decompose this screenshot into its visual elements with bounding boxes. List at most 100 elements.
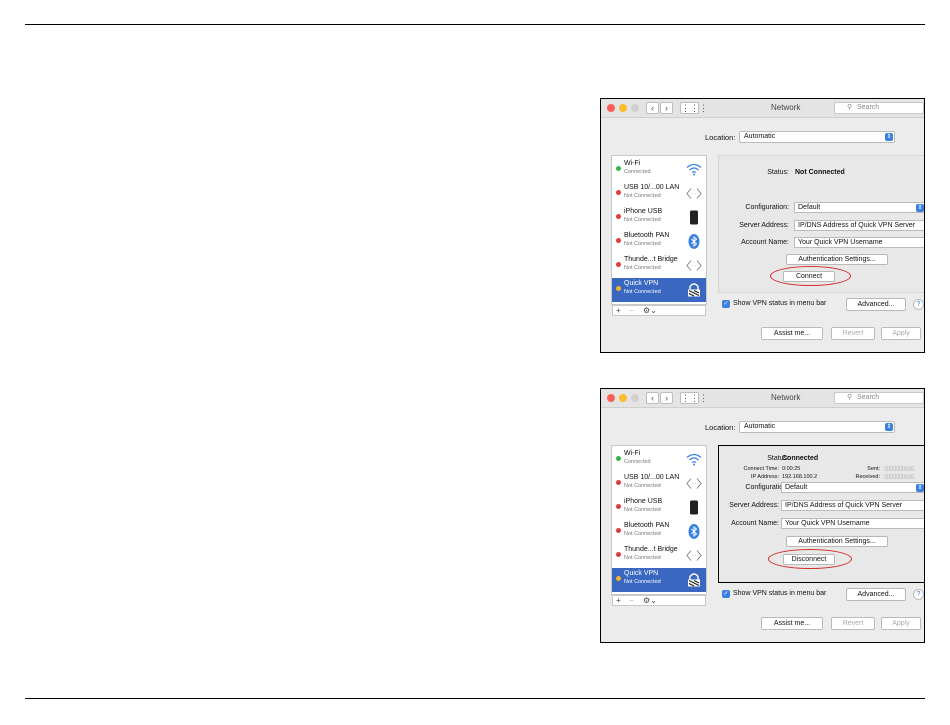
- apply-button[interactable]: Apply: [881, 617, 921, 630]
- assist-me-button[interactable]: Assist me...: [761, 327, 823, 340]
- search-icon: ⚲: [847, 104, 853, 111]
- service-name: iPhone USB: [624, 498, 663, 505]
- service-list: Wi-Fi Connected USB 10/...00 LAN Not Con…: [611, 445, 707, 595]
- service-status: Connected: [624, 169, 651, 175]
- revert-button[interactable]: Revert: [831, 617, 875, 630]
- status-dot: [616, 238, 621, 243]
- authentication-settings-button[interactable]: Authentication Settings...: [786, 254, 888, 265]
- svg-text:···: ···: [692, 482, 697, 488]
- top-rule: [25, 24, 925, 25]
- title-bar: ‹ › ⋮⋮⋮ Network ⚲ Search: [601, 389, 924, 408]
- received-meter: ▯▯▯▯▯▯▯▯▯▯: [884, 474, 915, 480]
- zoom-icon[interactable]: [631, 104, 639, 112]
- service-name: USB 10/...00 LAN: [624, 184, 680, 191]
- search-field[interactable]: ⚲ Search: [834, 102, 924, 114]
- account-name-label: Account Name:: [731, 520, 779, 527]
- advanced-button[interactable]: Advanced...: [846, 298, 906, 311]
- back-button[interactable]: ‹: [646, 102, 659, 114]
- configuration-label: Configuration:: [745, 204, 789, 211]
- forward-button[interactable]: ›: [660, 102, 673, 114]
- status-dot: [616, 456, 621, 461]
- service-item-thunderbolt-bridge[interactable]: Thunde...t Bridge Not Connected ···: [612, 254, 706, 278]
- vpn-lock-icon: [688, 283, 700, 297]
- service-item-wifi[interactable]: Wi-Fi Connected: [612, 158, 706, 182]
- select-arrows-icon: ⇕: [885, 133, 893, 141]
- svg-text:···: ···: [692, 264, 697, 270]
- account-name-value: Your Quick VPN Username: [785, 520, 870, 527]
- service-name: Thunde...t Bridge: [624, 256, 678, 263]
- status-dot: [616, 214, 621, 219]
- show-vpn-status-checkbox[interactable]: ✓: [722, 590, 730, 598]
- status-dot: [616, 576, 621, 581]
- location-select[interactable]: Automatic ⇕: [739, 131, 895, 143]
- service-item-bluetooth-pan[interactable]: Bluetooth PAN Not Connected: [612, 520, 706, 544]
- service-status: Not Connected: [624, 217, 661, 223]
- close-icon[interactable]: [607, 104, 615, 112]
- action-menu-button[interactable]: ⚙⌄: [643, 596, 657, 606]
- location-value: Automatic: [744, 423, 776, 430]
- network-window-disconnected: ‹ › ⋮⋮⋮ Network ⚲ Search Location: Automa…: [600, 98, 925, 353]
- authentication-settings-button[interactable]: Authentication Settings...: [786, 536, 888, 547]
- service-item-iphone-usb[interactable]: iPhone USB Not Connected: [612, 206, 706, 230]
- status-dot: [616, 262, 621, 267]
- status-value: Not Connected: [795, 169, 845, 176]
- minimize-icon[interactable]: [619, 394, 627, 402]
- search-icon: ⚲: [847, 394, 853, 401]
- service-item-thunderbolt-bridge[interactable]: Thunde...t Bridge Not Connected ···: [612, 544, 706, 568]
- show-vpn-status-checkbox[interactable]: ✓: [722, 300, 730, 308]
- assist-me-button[interactable]: Assist me...: [761, 617, 823, 630]
- action-menu-button[interactable]: ⚙⌄: [643, 306, 657, 316]
- service-item-quick-vpn[interactable]: Quick VPN Not Connected: [612, 278, 706, 302]
- help-button[interactable]: ?: [913, 299, 924, 310]
- help-button[interactable]: ?: [913, 589, 924, 600]
- remove-service-button[interactable]: −: [629, 596, 634, 606]
- configuration-select[interactable]: Default ⇕: [781, 482, 924, 493]
- revert-button[interactable]: Revert: [831, 327, 875, 340]
- service-list-footer: + − ⚙⌄: [612, 595, 706, 606]
- server-address-field[interactable]: IP/DNS Address of Quick VPN Server: [794, 220, 924, 231]
- search-field[interactable]: ⚲ Search: [834, 392, 924, 404]
- connect-time-value: 0:00:25: [782, 466, 801, 472]
- back-button[interactable]: ‹: [646, 392, 659, 404]
- location-select[interactable]: Automatic ⇕: [739, 421, 895, 433]
- search-placeholder: Search: [857, 394, 880, 401]
- show-all-grid-icon[interactable]: ⋮⋮⋮: [680, 392, 708, 404]
- add-service-button[interactable]: +: [616, 306, 621, 316]
- connect-time-label: Connect Time:: [743, 466, 779, 472]
- status-dot: [616, 528, 621, 533]
- show-all-grid-icon[interactable]: ⋮⋮⋮: [680, 102, 708, 114]
- minimize-icon[interactable]: [619, 104, 627, 112]
- service-name: iPhone USB: [624, 208, 663, 215]
- sent-label: Sent:: [867, 466, 880, 472]
- service-item-quick-vpn[interactable]: Quick VPN Not Connected: [612, 568, 706, 592]
- account-name-field[interactable]: Your Quick VPN Username: [781, 518, 924, 529]
- configuration-select[interactable]: Default ⇕: [794, 202, 924, 213]
- zoom-icon[interactable]: [631, 394, 639, 402]
- service-item-bluetooth-pan[interactable]: Bluetooth PAN Not Connected: [612, 230, 706, 254]
- account-name-label: Account Name:: [741, 239, 789, 246]
- account-name-field[interactable]: Your Quick VPN Username: [794, 237, 924, 248]
- service-item-usb-lan[interactable]: USB 10/...00 LAN Not Connected ···: [612, 472, 706, 496]
- select-arrows-icon: ⇕: [916, 484, 924, 492]
- ip-address-label: IP Address:: [750, 474, 779, 480]
- location-label: Location:: [705, 133, 736, 142]
- ethernet-icon: ···: [686, 478, 702, 489]
- close-icon[interactable]: [607, 394, 615, 402]
- remove-service-button[interactable]: −: [629, 306, 634, 316]
- forward-button[interactable]: ›: [660, 392, 673, 404]
- window-title: Network: [771, 393, 801, 402]
- apply-button[interactable]: Apply: [881, 327, 921, 340]
- advanced-button[interactable]: Advanced...: [846, 588, 906, 601]
- service-item-usb-lan[interactable]: USB 10/...00 LAN Not Connected ···: [612, 182, 706, 206]
- service-name: Bluetooth PAN: [624, 522, 670, 529]
- service-item-wifi[interactable]: Wi-Fi Connected: [612, 448, 706, 472]
- add-service-button[interactable]: +: [616, 596, 621, 606]
- status-dot: [616, 552, 621, 557]
- bridge-icon: ···: [686, 260, 702, 271]
- service-name: Quick VPN: [624, 570, 659, 577]
- server-address-field[interactable]: IP/DNS Address of Quick VPN Server: [781, 500, 924, 511]
- service-status: Not Connected: [624, 483, 661, 489]
- vpn-lock-icon: [688, 573, 700, 587]
- network-window-connected: ‹ › ⋮⋮⋮ Network ⚲ Search Location: Automa…: [600, 388, 925, 643]
- service-item-iphone-usb[interactable]: iPhone USB Not Connected: [612, 496, 706, 520]
